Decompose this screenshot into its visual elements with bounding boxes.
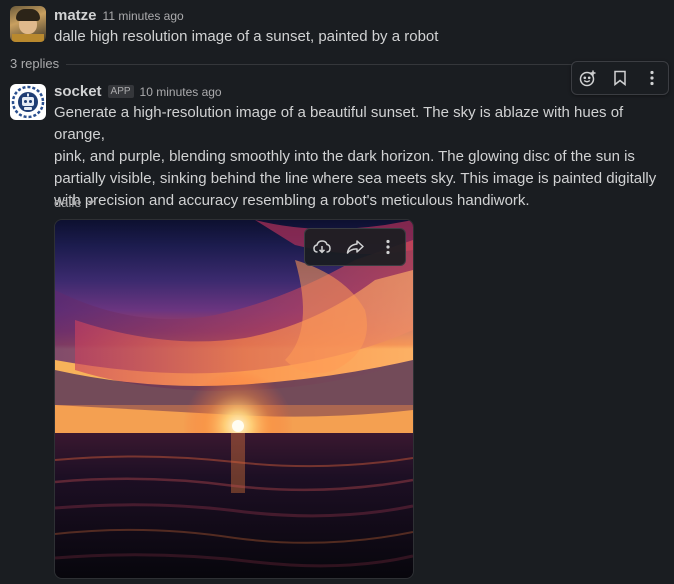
replies-count[interactable]: 3 replies <box>10 56 59 71</box>
user-avatar[interactable] <box>10 6 46 42</box>
image-actions-toolbar <box>304 228 406 266</box>
bookmark-icon[interactable] <box>606 64 634 92</box>
attachment-toggle[interactable]: dalle <box>54 195 95 210</box>
message-text-line: Generate a high-resolution image of a be… <box>54 104 624 143</box>
message-text: Generate a high-resolution image of a be… <box>54 102 670 212</box>
author-name[interactable]: matze <box>54 7 97 24</box>
add-reaction-icon[interactable] <box>574 64 602 92</box>
more-actions-icon[interactable] <box>374 233 402 261</box>
message-timestamp[interactable]: 11 minutes ago <box>103 9 184 23</box>
chevron-down-icon <box>87 200 95 205</box>
message-text-line: pink, and purple, blending smoothly into… <box>54 148 635 165</box>
message-text-line: partially visible, sinking behind the li… <box>54 170 657 187</box>
app-badge: APP <box>107 85 134 98</box>
author-name[interactable]: socket <box>54 83 102 100</box>
download-icon[interactable] <box>308 233 336 261</box>
attachment-name: dalle <box>54 195 82 210</box>
message-timestamp[interactable]: 10 minutes ago <box>140 85 222 99</box>
sunset-image[interactable] <box>54 219 414 579</box>
message-text: dalle high resolution image of a sunset,… <box>54 28 439 45</box>
more-actions-icon[interactable] <box>638 64 666 92</box>
message-actions-toolbar <box>571 61 669 95</box>
bot-avatar[interactable] <box>10 84 46 120</box>
message-header: socket APP 10 minutes ago <box>54 83 222 101</box>
share-icon[interactable] <box>341 233 369 261</box>
message-text-line: with precision and accuracy resembling a… <box>54 192 530 209</box>
message-header: matze 11 minutes ago <box>54 7 184 25</box>
